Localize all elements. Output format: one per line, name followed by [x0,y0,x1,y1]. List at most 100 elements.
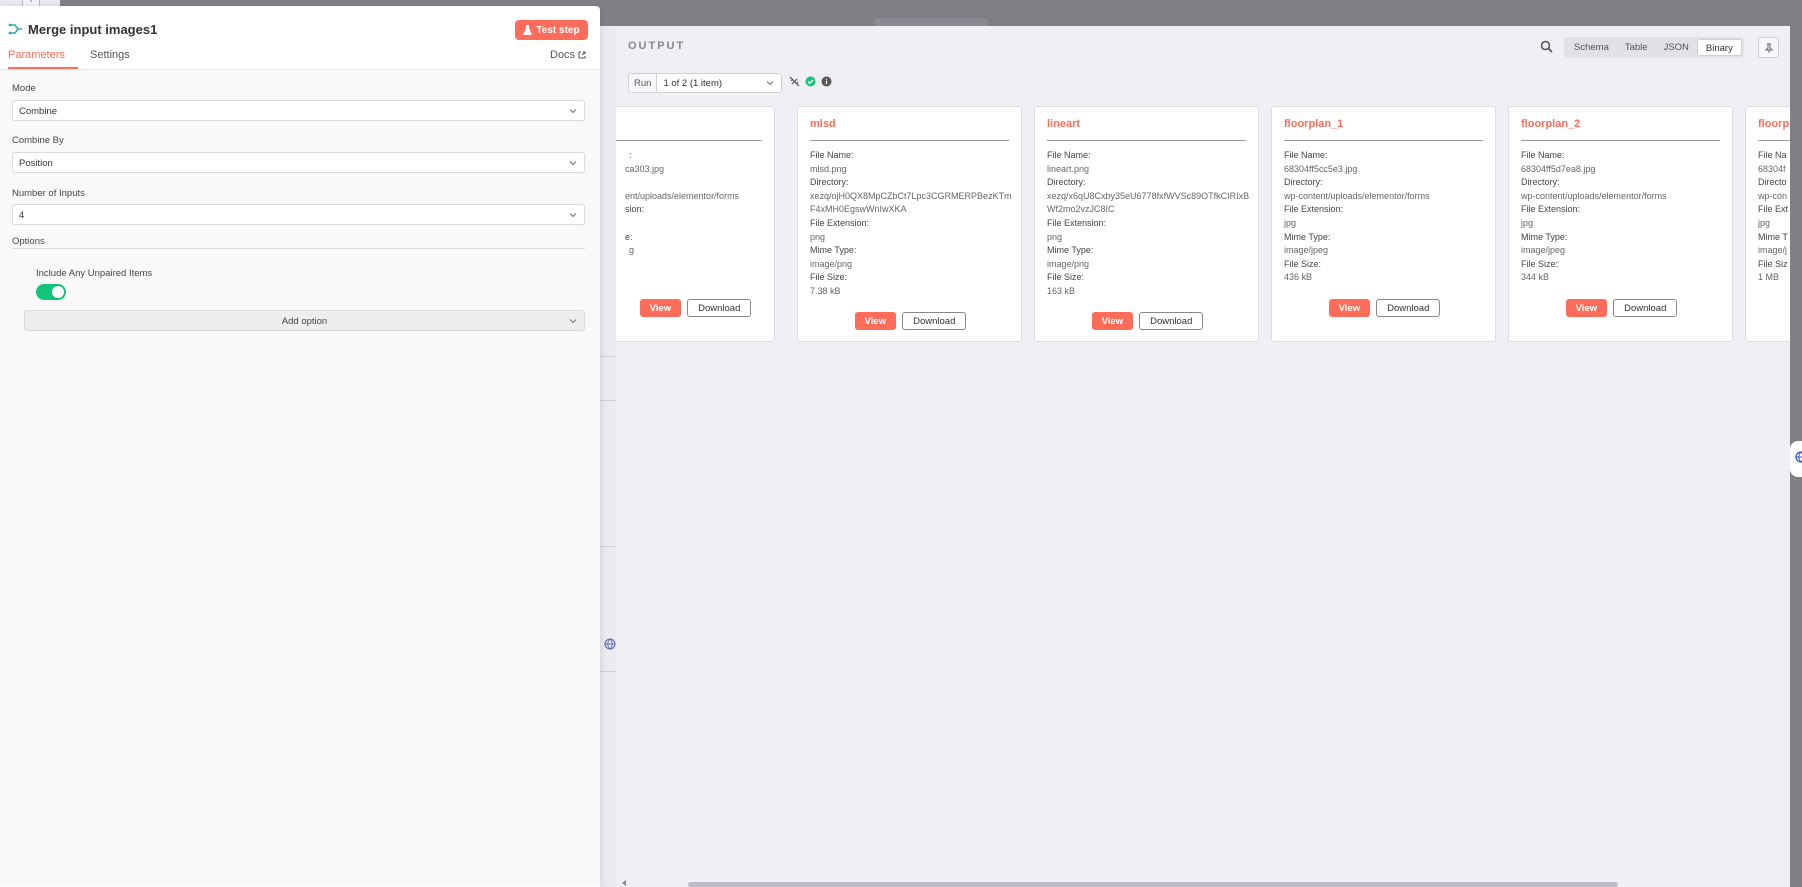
download-button[interactable]: Download [1613,299,1678,317]
binary-card-floorplan-2: floorplan_2 File Name: 68304ff5d7ea8.jpg… [1508,106,1733,342]
card-fields: File Name: 68304ff5cc5e3.jpg Directory: … [1284,149,1489,285]
card-fields: File Name: 68304ff5d7ea8.jpg Directory: … [1521,149,1726,285]
directory-value: wp-con [1758,190,1788,201]
globe-icon[interactable] [1795,451,1802,463]
run-select[interactable]: 1 of 2 (1 item) [656,73,783,93]
directory-label: Directory: [1047,177,1086,188]
mime-type-label: Mime Type: [1284,231,1331,242]
download-button[interactable]: Download [687,299,752,317]
combine-by-select[interactable]: Position [12,152,585,173]
canvas-divider [600,671,616,672]
horizontal-scrollbar[interactable] [688,882,1618,887]
download-button[interactable]: Download [902,312,967,330]
file-size-label: File Size: [810,272,848,283]
view-schema[interactable]: Schema [1566,39,1617,56]
docs-link[interactable]: Docs [550,49,586,61]
tab-settings[interactable]: Settings [90,49,130,67]
mode-value: Combine [19,106,58,117]
canvas-peek-strip [600,26,616,887]
add-option-label: Add option [281,316,328,327]
background-canvas-element [874,18,988,26]
card-divider [616,140,762,141]
parameters-body: Mode Combine Combine By Position Number … [0,70,600,886]
unlink-icon[interactable] [789,76,800,87]
file-name-label: File Name: [1284,150,1328,160]
run-selector: Run 1 of 2 (1 item) [628,73,783,93]
card-fields: File Name: lineart.png Directory: xezq/x… [1047,149,1252,299]
view-button[interactable]: View [1565,299,1608,317]
card-title: floorplan_2 [1521,118,1581,130]
view-json[interactable]: JSON [1656,39,1697,56]
tab-parameters[interactable]: Parameters [8,49,78,69]
number-of-inputs-label: Number of Inputs [12,188,85,199]
card-actions: View Download [1509,299,1734,317]
directory-label: Directory: [1521,177,1560,188]
view-button[interactable]: View [639,299,682,317]
file-extension-value: png [810,231,826,242]
view-binary[interactable]: Binary [1696,39,1742,56]
mime-type-value: image/png [810,258,853,269]
card-divider [1758,140,1790,141]
number-of-inputs-select[interactable]: 4 [12,204,585,225]
mime-type-value: g [629,245,635,256]
toggle-knob [52,286,64,298]
output-view-switch: Schema Table JSON Binary [1564,37,1744,58]
view-button[interactable]: View [854,312,897,330]
file-size-value: 7.38 kB [810,285,841,296]
file-extension-value: png [1047,231,1063,242]
mime-type-label: Mime Type: [810,245,857,256]
add-option-button[interactable]: Add option [24,310,585,331]
test-step-label: Test step [536,24,580,36]
file-extension-value [629,217,768,231]
card-fields: File Name: mlsd.png Directory: xezq/ojH0… [810,149,1015,299]
mime-type-value: image/png [1047,258,1090,269]
card-actions: View Download [616,299,776,317]
card-actions: View Download [1272,299,1497,317]
download-button[interactable]: Download [1376,299,1441,317]
canvas-divider [600,400,616,401]
pin-icon [1764,43,1773,53]
chevron-down-icon [569,213,577,218]
card-title: lineart [1047,118,1081,130]
search-icon[interactable] [1540,40,1553,53]
mime-type-label: Mime Type: [1047,245,1094,256]
mode-select[interactable]: Combine [12,100,585,121]
info-icon[interactable] [821,76,832,87]
include-unpaired-toggle[interactable] [36,284,66,300]
file-size-label: File Size: [1284,258,1322,269]
directory-value: xezq/x6qU8Cxby35eU6778fxfWVSc89OTfkCIRIx… [1047,190,1250,215]
download-button[interactable]: Download [1139,312,1204,330]
canvas-divider [600,356,616,357]
view-button[interactable]: View [1091,312,1134,330]
mime-type-label: Mime T [1758,231,1788,242]
view-table[interactable]: Table [1617,39,1656,56]
pin-data-button[interactable] [1758,37,1779,58]
card-divider [1521,140,1720,141]
file-size-value: 436 kB [1284,272,1313,283]
directory-label: Directory: [1284,177,1323,188]
file-size-label: File Size: [1521,258,1559,269]
flask-icon [523,25,533,35]
card-actions: View Download [1035,312,1260,330]
scroll-left-arrow-icon[interactable] [620,879,628,887]
binary-card-floorplan-3: floorpl File Na 68304f Directo wp-con Fi… [1745,106,1790,342]
test-step-button[interactable]: Test step [515,20,588,40]
card-actions: View Download [798,312,1023,330]
view-button[interactable]: View [1328,299,1371,317]
file-name-value: 68304ff5cc5e3.jpg [1284,163,1358,174]
card-title: floorpl [1758,118,1790,130]
directory-value: xezq/ojH0QX8MpCZbCt7Lpc3CGRMERPBezKTmF4x… [810,190,1012,215]
mode-label: Mode [12,83,36,94]
mime-type-label: e: [625,231,633,242]
external-link-icon [578,51,586,59]
directory-label [629,176,768,190]
directory-value: ent/uploads/elementor/forms [625,190,740,201]
file-name-value: 68304ff5d7ea8.jpg [1521,163,1596,174]
number-of-inputs-value: 4 [19,210,25,221]
chevron-down-icon [569,109,577,114]
canvas-divider [600,546,616,547]
file-name-value: ca303.jpg [625,163,665,174]
node-title[interactable]: Merge input images1 [28,22,157,37]
file-extension-value: jpg [1521,217,1534,228]
directory-label: Directo [1758,177,1787,188]
